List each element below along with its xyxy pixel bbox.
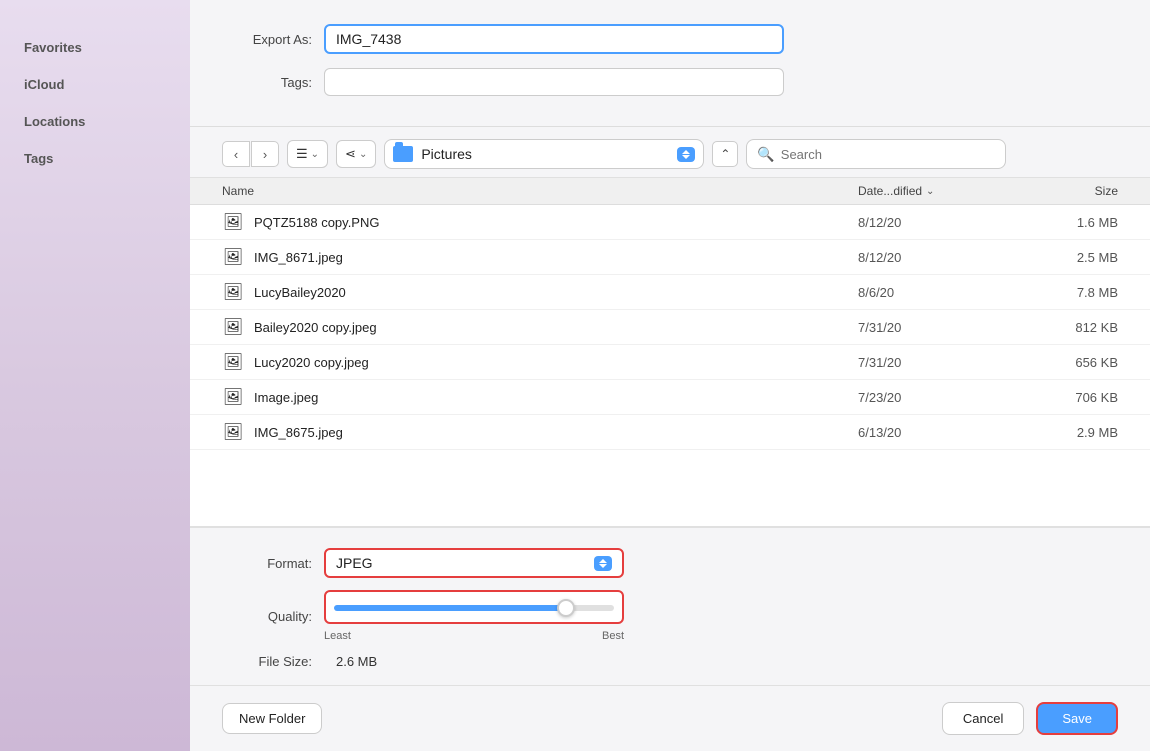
filesize-value: 2.6 MB	[336, 654, 377, 669]
file-size: 1.6 MB	[1018, 215, 1118, 230]
list-view-icon: ☰	[296, 146, 308, 162]
location-chevrons-icon	[677, 147, 695, 162]
file-date: 7/23/20	[858, 390, 1018, 405]
file-name: PQTZ5188 copy.PNG	[254, 215, 858, 230]
file-icon: 🖼	[222, 211, 244, 233]
list-view-chevron-icon: ⌄	[311, 149, 319, 160]
table-row[interactable]: 🖼 Image.jpeg 7/23/20 706 KB	[190, 380, 1150, 415]
format-select[interactable]: JPEG	[324, 548, 624, 578]
file-size: 812 KB	[1018, 320, 1118, 335]
file-icon: 🖼	[222, 386, 244, 408]
table-row[interactable]: 🖼 PQTZ5188 copy.PNG 8/12/20 1.6 MB	[190, 205, 1150, 240]
file-date: 8/12/20	[858, 250, 1018, 265]
toolbar: ‹ › ☰ ⌄ ⋖ ⌄ Pictures ⌃ 🔍	[190, 127, 1150, 177]
table-row[interactable]: 🖼 IMG_8675.jpeg 6/13/20 2.9 MB	[190, 415, 1150, 450]
export-as-label: Export As:	[222, 32, 312, 47]
list-view-button[interactable]: ☰ ⌄	[287, 140, 328, 168]
file-name: IMG_8675.jpeg	[254, 425, 858, 440]
quality-best-label: Best	[602, 630, 624, 642]
export-as-row: Export As:	[222, 24, 1118, 54]
tags-row: Tags:	[222, 68, 1118, 96]
format-row: Format: JPEG	[222, 548, 1118, 578]
table-row[interactable]: 🖼 Bailey2020 copy.jpeg 7/31/20 812 KB	[190, 310, 1150, 345]
nav-group: ‹ ›	[222, 141, 279, 167]
table-row[interactable]: 🖼 LucyBailey2020 8/6/20 7.8 MB	[190, 275, 1150, 310]
column-name: Name	[222, 184, 858, 198]
table-row[interactable]: 🖼 IMG_8671.jpeg 8/12/20 2.5 MB	[190, 240, 1150, 275]
file-date: 7/31/20	[858, 355, 1018, 370]
sort-chevron-icon: ⌄	[926, 186, 934, 197]
column-size: Size	[1018, 184, 1118, 198]
file-list-header: Name Date...dified ⌄ Size	[190, 178, 1150, 205]
file-date: 8/12/20	[858, 215, 1018, 230]
file-size: 706 KB	[1018, 390, 1118, 405]
file-name: LucyBailey2020	[254, 285, 858, 300]
quality-slider[interactable]	[334, 605, 614, 611]
grid-view-icon: ⋖	[345, 146, 356, 162]
tags-input[interactable]	[324, 68, 784, 96]
grid-view-chevron-icon: ⌄	[359, 149, 367, 160]
quality-container: Least Best	[324, 590, 624, 642]
quality-label: Quality:	[222, 609, 312, 624]
new-folder-button[interactable]: New Folder	[222, 703, 322, 734]
file-date: 8/6/20	[858, 285, 1018, 300]
folder-icon	[393, 146, 413, 162]
file-name: Lucy2020 copy.jpeg	[254, 355, 858, 370]
tags-label: Tags:	[222, 75, 312, 90]
file-name: Image.jpeg	[254, 390, 858, 405]
sidebar-locations[interactable]: Locations	[16, 104, 174, 133]
file-name: Bailey2020 copy.jpeg	[254, 320, 858, 335]
file-date: 7/31/20	[858, 320, 1018, 335]
file-icon: 🖼	[222, 316, 244, 338]
file-name: IMG_8671.jpeg	[254, 250, 858, 265]
save-button[interactable]: Save	[1036, 702, 1118, 735]
search-icon: 🔍	[757, 146, 774, 163]
footer-right: Cancel Save	[942, 702, 1118, 735]
file-date: 6/13/20	[858, 425, 1018, 440]
quality-labels: Least Best	[324, 630, 624, 642]
quality-least-label: Least	[324, 630, 351, 642]
column-date[interactable]: Date...dified ⌄	[858, 184, 1018, 198]
file-list-container: Name Date...dified ⌄ Size 🖼 PQTZ5188 cop…	[190, 177, 1150, 527]
sidebar-tags[interactable]: Tags	[16, 141, 174, 170]
file-icon: 🖼	[222, 281, 244, 303]
format-label: Format:	[222, 556, 312, 571]
file-size: 2.9 MB	[1018, 425, 1118, 440]
expand-button[interactable]: ⌃	[712, 141, 738, 167]
location-select-left: Pictures	[393, 146, 472, 162]
sidebar-icloud[interactable]: iCloud	[16, 67, 174, 96]
file-icon: 🖼	[222, 246, 244, 268]
filesize-row: File Size: 2.6 MB	[222, 654, 1118, 669]
location-dropdown[interactable]: Pictures	[384, 139, 704, 169]
options-panel: Format: JPEG Quality: Least Best	[190, 527, 1150, 685]
back-button[interactable]: ‹	[222, 141, 250, 167]
forward-button[interactable]: ›	[251, 141, 279, 167]
location-name: Pictures	[421, 146, 472, 162]
cancel-button[interactable]: Cancel	[942, 702, 1024, 735]
format-chevron-icon	[594, 556, 612, 571]
filesize-label: File Size:	[222, 654, 312, 669]
file-size: 656 KB	[1018, 355, 1118, 370]
sidebar-favorites[interactable]: Favorites	[16, 30, 174, 59]
search-box: 🔍	[746, 139, 1006, 169]
sidebar: Favorites iCloud Locations Tags	[0, 0, 190, 751]
dialog-footer: New Folder Cancel Save	[190, 685, 1150, 751]
file-size: 2.5 MB	[1018, 250, 1118, 265]
export-as-input[interactable]	[324, 24, 784, 54]
quality-row: Quality: Least Best	[222, 590, 1118, 642]
file-icon: 🖼	[222, 421, 244, 443]
file-icon: 🖼	[222, 351, 244, 373]
quality-slider-wrap	[324, 590, 624, 624]
format-value: JPEG	[336, 555, 373, 571]
search-input[interactable]	[781, 147, 996, 162]
dialog-top-form: Export As: Tags:	[190, 0, 1150, 127]
table-row[interactable]: 🖼 Lucy2020 copy.jpeg 7/31/20 656 KB	[190, 345, 1150, 380]
grid-view-button[interactable]: ⋖ ⌄	[336, 140, 376, 168]
save-dialog: Export As: Tags: ‹ › ☰ ⌄ ⋖ ⌄ Pictures	[190, 0, 1150, 751]
file-size: 7.8 MB	[1018, 285, 1118, 300]
